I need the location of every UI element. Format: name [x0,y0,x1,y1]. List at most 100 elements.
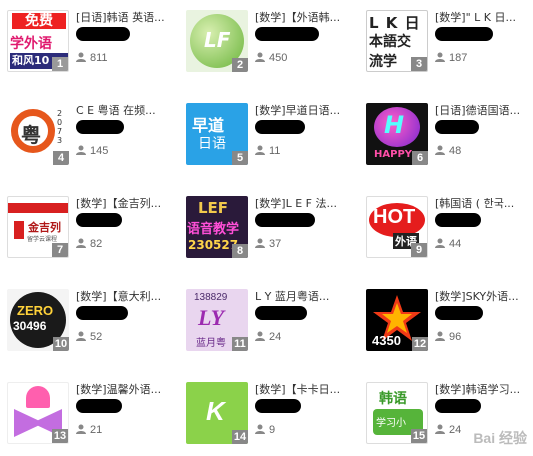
room-logo[interactable]: HOT 外语 9 [366,196,428,258]
room-logo[interactable]: 金吉列 留学云课程 7 [7,196,69,258]
room-card[interactable]: HOT 外语 9 [韩国语 ( 한국... 44 [366,196,533,266]
redacted-text [76,399,122,413]
member-count: 450 [255,51,287,65]
member-count: 52 [76,330,102,344]
rank-badge: 3 [411,57,427,71]
member-count: 24 [435,423,461,437]
room-logo[interactable]: L K 日 本語交 流学 3 [366,10,428,72]
room-title[interactable]: [数学]【意大利... [76,290,180,304]
person-icon [435,238,445,248]
rank-badge: 12 [412,337,428,351]
room-card[interactable]: L K 日 本語交 流学 3 [数学]" L K 日... 187 [366,10,533,80]
redacted-text [76,213,122,227]
room-title[interactable]: [数学]韩语学习... [435,383,533,397]
redacted-text [435,120,479,134]
rank-badge: 5 [232,151,248,165]
person-icon [76,238,86,248]
rank-badge: 15 [411,429,427,443]
room-title[interactable]: [数学]SKY外语... [435,290,533,304]
room-logo[interactable]: 免费 学外语 和风10 1 [7,10,69,72]
member-count: 96 [435,330,461,344]
rank-badge: 11 [232,337,248,351]
rank-badge: 2 [232,58,248,72]
person-icon [76,52,86,62]
room-card[interactable]: 138829 LY 蓝月粤 11 L Y 蓝月粤语... 24 [186,289,361,359]
room-logo[interactable]: LF 2 [186,10,248,72]
room-title[interactable]: [数学]L E F 法... [255,197,359,211]
member-count: 811 [76,51,108,65]
person-icon [255,424,265,434]
member-count: 82 [76,237,102,251]
person-icon [435,145,445,155]
member-count: 145 [76,144,108,158]
room-card[interactable]: 早道 日语 5 [数学]早道日语... 11 [186,103,361,173]
room-title[interactable]: [日语]德语国语... [435,104,533,118]
redacted-text [435,306,483,320]
redacted-text [76,120,124,134]
rank-badge: 13 [52,429,68,443]
redacted-text [435,399,481,413]
redacted-text [435,213,481,227]
room-title[interactable]: [数学]【卡卡日... [255,383,359,397]
redacted-text [255,27,319,41]
member-count: 11 [255,144,280,158]
member-count: 9 [255,423,275,437]
room-title[interactable]: L Y 蓝月粤语... [255,290,359,304]
room-title[interactable]: [数学]温馨外语... [76,383,180,397]
room-card[interactable]: 13 [数学]温馨外语... 21 [7,382,182,452]
member-count: 24 [255,330,281,344]
watermark: Bai 经验 [473,430,527,446]
person-icon [255,52,265,62]
room-title[interactable]: [数学]" L K 日... [435,11,533,25]
rank-badge: 7 [52,243,68,257]
rank-badge: 8 [232,244,248,258]
rank-badge: 1 [52,57,68,71]
room-title[interactable]: [数学]【外语韩... [255,11,359,25]
redacted-text [255,213,315,227]
room-title[interactable]: [数学]【金吉列... [76,197,180,211]
room-card[interactable]: 金吉列 留学云课程 7 [数学]【金吉列... 82 [7,196,182,266]
person-icon [255,238,265,248]
redacted-text [255,120,305,134]
room-title[interactable]: [日语]韩语 英语... [76,11,180,25]
room-card[interactable]: H HAPPY 6 [日语]德语国语... 48 [366,103,533,173]
room-logo[interactable]: 早道 日语 5 [186,103,248,165]
room-logo[interactable]: 韩语 学习小 15 [366,382,428,444]
person-icon [76,145,86,155]
person-icon [76,331,86,341]
room-logo[interactable]: ZERO 30496 10 [7,289,69,351]
rank-badge: 9 [411,243,427,257]
room-card[interactable]: 粤 2073 4 C E 粤语 在频... 145 [7,103,182,173]
room-logo[interactable]: LEF 语音教学 230527 8 [186,196,248,258]
room-card[interactable]: LEF 语音教学 230527 8 [数学]L E F 法... 37 [186,196,361,266]
room-logo[interactable]: K 14 [186,382,248,444]
redacted-text [76,27,130,41]
rank-badge: 10 [53,337,69,351]
room-card[interactable]: ZERO 30496 10 [数学]【意大利... 52 [7,289,182,359]
member-count: 21 [76,423,102,437]
room-title[interactable]: [数学]早道日语... [255,104,359,118]
room-title[interactable]: [韩国语 ( 한국... [435,197,533,211]
room-card[interactable]: 4350 12 [数学]SKY外语... 96 [366,289,533,359]
redacted-text [435,27,493,41]
person-icon [435,424,445,434]
room-logo[interactable]: H HAPPY 6 [366,103,428,165]
person-icon [435,331,445,341]
member-count: 44 [435,237,461,251]
room-logo[interactable]: 13 [7,382,69,444]
room-card[interactable]: 免费 学外语 和风10 1 [日语]韩语 英语... 811 [7,10,182,80]
person-icon [435,52,445,62]
room-card[interactable]: K 14 [数学]【卡卡日... 9 [186,382,361,452]
person-icon [255,331,265,341]
room-card[interactable]: LF 2 [数学]【外语韩... 450 [186,10,361,80]
person-icon [255,145,265,155]
room-logo[interactable]: 138829 LY 蓝月粤 11 [186,289,248,351]
person-icon [76,424,86,434]
room-logo[interactable]: 粤 2073 4 [7,103,69,165]
member-count: 48 [435,144,461,158]
member-count: 37 [255,237,281,251]
rank-badge: 6 [412,151,428,165]
room-title[interactable]: C E 粤语 在频... [76,104,180,118]
room-logo[interactable]: 4350 12 [366,289,428,351]
redacted-text [76,306,128,320]
